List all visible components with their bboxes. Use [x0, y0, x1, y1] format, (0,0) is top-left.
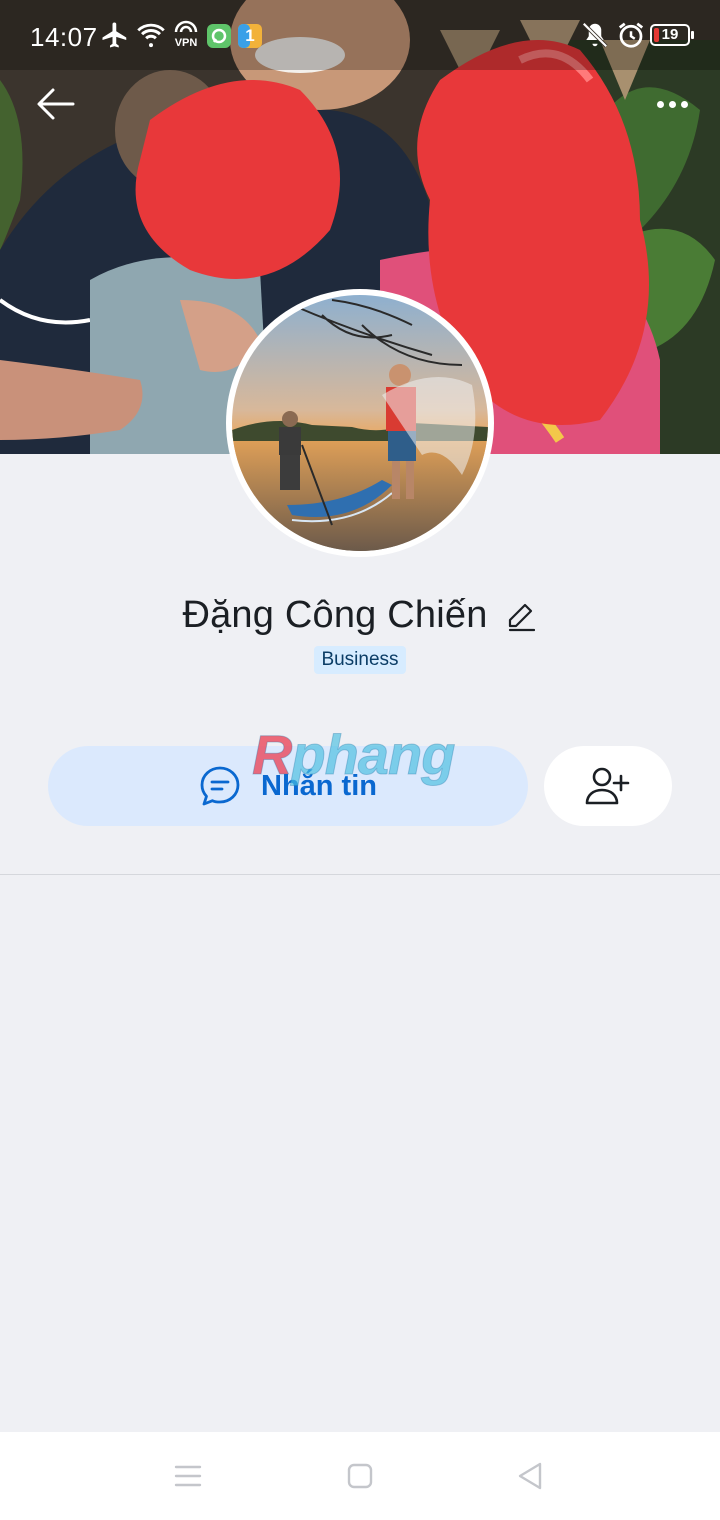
user-plus-icon: [585, 767, 630, 805]
divider: [0, 874, 720, 875]
vpn-icon: VPN: [172, 18, 200, 49]
profile-name: Đặng Công Chiến: [182, 593, 488, 636]
profile-name-row: Đặng Công Chiến: [0, 586, 720, 644]
alarm-icon: [616, 20, 646, 55]
message-button-label: Nhắn tin: [261, 769, 377, 802]
menu-icon: [174, 1465, 202, 1487]
avatar-photo: [232, 295, 488, 551]
app-notification-icon: [206, 23, 232, 54]
status-bar: 14:07 VPN 1 19: [0, 0, 720, 72]
vpn-label: VPN: [174, 37, 198, 49]
avatar-photo-art: [232, 295, 488, 551]
nav-back-button[interactable]: [508, 1454, 552, 1498]
home-square-icon: [347, 1463, 373, 1489]
wifi-icon: [136, 20, 166, 55]
message-button[interactable]: Nhắn tin: [48, 746, 528, 826]
more-dot: [668, 100, 676, 108]
profile-tag-row: Business: [0, 646, 720, 674]
app-badge-label: 1: [245, 26, 255, 45]
battery-level: 19: [661, 26, 679, 43]
menu-button[interactable]: [166, 1454, 210, 1498]
more-options-button[interactable]: [640, 86, 704, 122]
arrow-left-icon: [37, 88, 75, 120]
battery-icon: 19: [650, 24, 694, 46]
chat-bubble-icon: [200, 766, 240, 806]
more-dot: [680, 100, 688, 108]
more-horizontal-icon: [656, 100, 664, 108]
home-button[interactable]: [338, 1454, 382, 1498]
back-button[interactable]: [30, 80, 82, 128]
app-notification-icon: 1: [237, 23, 263, 49]
mute-vibrate-icon: [580, 20, 610, 55]
system-nav-bar: [0, 1432, 720, 1520]
avatar[interactable]: [226, 289, 494, 557]
back-triangle-icon: [518, 1462, 542, 1490]
business-tag[interactable]: Business: [314, 646, 406, 674]
pencil-icon: [508, 603, 535, 632]
add-friend-button[interactable]: [544, 746, 672, 826]
status-time: 14:07: [30, 22, 98, 52]
edit-name-button[interactable]: [504, 600, 538, 634]
airplane-icon: [100, 20, 130, 55]
